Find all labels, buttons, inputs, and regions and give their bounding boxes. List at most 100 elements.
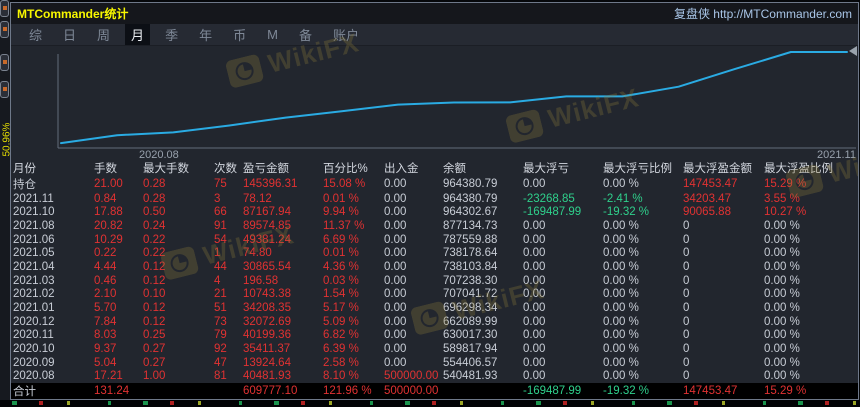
cell: 89574.85 xyxy=(243,220,291,233)
cell: 10743.38 xyxy=(243,288,291,301)
cell: 2020.08 xyxy=(13,370,55,383)
column-header[interactable]: 出入金 xyxy=(384,160,443,176)
cell: 0 xyxy=(683,370,690,383)
cell: 0.24 xyxy=(143,220,166,233)
stats-table: 月份 手数 最大手数 次数 盈亏金额 百分比% 出入金 余额 最大浮亏 最大浮亏比例 最大浮盈金额最… xyxy=(11,160,858,399)
cell: 0.00 xyxy=(523,301,546,314)
cell: 0.27 xyxy=(143,356,166,369)
table-row[interactable]: 2021.11 0.84 0.28 3 78.12 0.01 % 0.00 964380.79… xyxy=(11,192,858,206)
cell: 6.82 % xyxy=(323,329,359,342)
cell: 0.12 xyxy=(143,274,166,287)
cell: 0.00 xyxy=(384,329,407,342)
cell: 0.00 xyxy=(523,342,546,355)
cell: 0.00 xyxy=(523,261,546,274)
column-header[interactable]: 月份 xyxy=(13,160,94,176)
cell: 540481.93 xyxy=(443,370,498,383)
menu-item-月[interactable]: 月 xyxy=(125,24,151,45)
cell: 90065.88 xyxy=(683,206,731,219)
menu-item-备[interactable]: 备 xyxy=(293,24,318,45)
cell: 73 xyxy=(214,315,227,328)
table-row[interactable]: 2020.09 5.04 0.27 47 13924.64 2.58 % 0.00 55440… xyxy=(11,356,858,370)
cell: 34203.47 xyxy=(683,192,731,205)
cell: 2.10 xyxy=(94,288,117,301)
cell: 738178.64 xyxy=(443,247,498,260)
cell: 0.12 xyxy=(143,301,166,314)
column-header[interactable]: 最大浮亏比例 xyxy=(603,160,683,176)
cell: 10.27 % xyxy=(764,206,807,219)
menu-item-M[interactable]: M xyxy=(261,26,284,43)
column-header[interactable]: 最大浮亏 xyxy=(523,160,603,176)
table-total-row[interactable]: 合计 131.24 609777.10 121.96 % 500000.00 -16948… xyxy=(11,382,858,399)
table-row[interactable]: 2020.10 9.37 0.27 92 35411.37 6.39 % 0.00 58981… xyxy=(11,342,858,356)
cell: 1.54 % xyxy=(323,288,359,301)
equity-chart[interactable]: 2020.08 2021.11 xyxy=(11,46,858,158)
column-header[interactable]: 最大浮盈金额 xyxy=(683,160,764,176)
chart-scroll-arrow-icon[interactable] xyxy=(849,46,857,56)
cell: 4.36 % xyxy=(323,261,359,274)
cell: -169487.99 xyxy=(523,384,582,397)
table-row[interactable]: 2021.04 4.44 0.12 44 30865.54 4.36 % 0.00 73810… xyxy=(11,260,858,274)
table-row[interactable]: 2021.05 0.22 0.22 1 74.80 0.01 % 0.00 738178.64… xyxy=(11,247,858,261)
cell: 0.25 xyxy=(143,329,166,342)
cell: 0.00 % xyxy=(603,220,639,233)
cell: 5.17 % xyxy=(323,301,359,314)
cell: 8.10 % xyxy=(323,370,359,383)
table-row[interactable]: 持仓 21.00 0.28 75 145396.31 15.08 % 0.00 964380.… xyxy=(11,176,858,192)
cell: 0 xyxy=(683,288,690,301)
cell: 81 xyxy=(214,370,227,383)
cell: 589817.94 xyxy=(443,342,498,355)
column-header[interactable]: 最大手数 xyxy=(143,160,214,176)
cell: 145396.31 xyxy=(243,178,298,190)
column-header[interactable]: 最大浮盈比例 xyxy=(764,160,858,176)
cell: 13924.64 xyxy=(243,356,291,369)
menu-bar: 综日周月季年币 M 备账户 xyxy=(11,24,858,46)
table-row[interactable]: 2021.06 10.29 0.22 54 49381.24 6.69 % 0.00 7875… xyxy=(11,233,858,247)
menu-item-周[interactable]: 周 xyxy=(91,24,116,45)
menu-item-季[interactable]: 季 xyxy=(159,24,184,45)
cell: 30865.54 xyxy=(243,261,291,274)
table-row[interactable]: 2020.11 8.03 0.25 79 40199.36 6.82 % 0.00 63001… xyxy=(11,328,858,342)
cell: 0.00 xyxy=(384,301,407,314)
background-window-edge: 50.96% xyxy=(0,0,13,400)
menu-item-综[interactable]: 综 xyxy=(23,24,48,45)
cell: 0.00 % xyxy=(764,274,800,287)
menu-item-日[interactable]: 日 xyxy=(57,24,82,45)
cell: 0.00 % xyxy=(764,301,800,314)
cell: 0 xyxy=(683,342,690,355)
column-header[interactable]: 手数 xyxy=(94,160,143,176)
menu-item-年[interactable]: 年 xyxy=(193,24,218,45)
table-row[interactable]: 2021.08 20.82 0.24 91 89574.85 11.37 % 0.00 877… xyxy=(11,219,858,233)
table-row[interactable]: 2021.02 2.10 0.10 21 10743.38 1.54 % 0.00 70704… xyxy=(11,287,858,301)
table-row[interactable]: 2021.01 5.70 0.12 51 34208.35 5.17 % 0.00 69629… xyxy=(11,301,858,315)
cell: 0.00 % xyxy=(603,342,639,355)
cell: 34208.35 xyxy=(243,301,291,314)
cell: 47 xyxy=(214,356,227,369)
cell: -169487.99 xyxy=(523,206,582,219)
cell: 17.21 xyxy=(94,370,123,383)
column-header[interactable]: 百分比% xyxy=(323,160,384,176)
screen: 50.96% MTCommander统计 复盘侠 http://MTComman… xyxy=(0,0,860,407)
column-header[interactable]: 盈亏金额 xyxy=(243,160,323,176)
column-header[interactable]: 次数 xyxy=(214,160,243,176)
cell: 0.00 % xyxy=(764,315,800,328)
table-row[interactable]: 2021.10 17.88 0.50 66 87167.94 9.94 % 0.00 9643… xyxy=(11,206,858,220)
table-row[interactable]: 2020.08 17.21 1.00 81 40481.93 8.10 % 500000.0… xyxy=(11,369,858,383)
column-header[interactable]: 余额 xyxy=(443,160,523,176)
cell: 196.58 xyxy=(243,274,279,287)
cell: 0.00 % xyxy=(603,370,639,383)
cell: 持仓 xyxy=(13,179,36,191)
cell: 0.00 % xyxy=(603,329,639,342)
title-bar[interactable]: MTCommander统计 复盘侠 http://MTCommander.com xyxy=(11,3,858,24)
cell: 79 xyxy=(214,329,227,342)
cell: 0.00 % xyxy=(603,315,639,328)
cell: 44 xyxy=(214,261,227,274)
menu-item-账户[interactable]: 账户 xyxy=(327,24,365,45)
table-row[interactable]: 2021.03 0.46 0.12 4 196.58 0.03 % 0.00 707238.3… xyxy=(11,274,858,288)
cell: 5.09 % xyxy=(323,315,359,328)
cell: 2020.10 xyxy=(13,342,55,355)
menu-item-币[interactable]: 币 xyxy=(227,24,252,45)
table-row[interactable]: 2020.12 7.84 0.12 73 32072.69 5.09 % 0.00 66208… xyxy=(11,315,858,329)
cell: 147453.47 xyxy=(683,384,738,397)
cell: 0.00 % xyxy=(764,329,800,342)
cell: 21 xyxy=(214,288,227,301)
